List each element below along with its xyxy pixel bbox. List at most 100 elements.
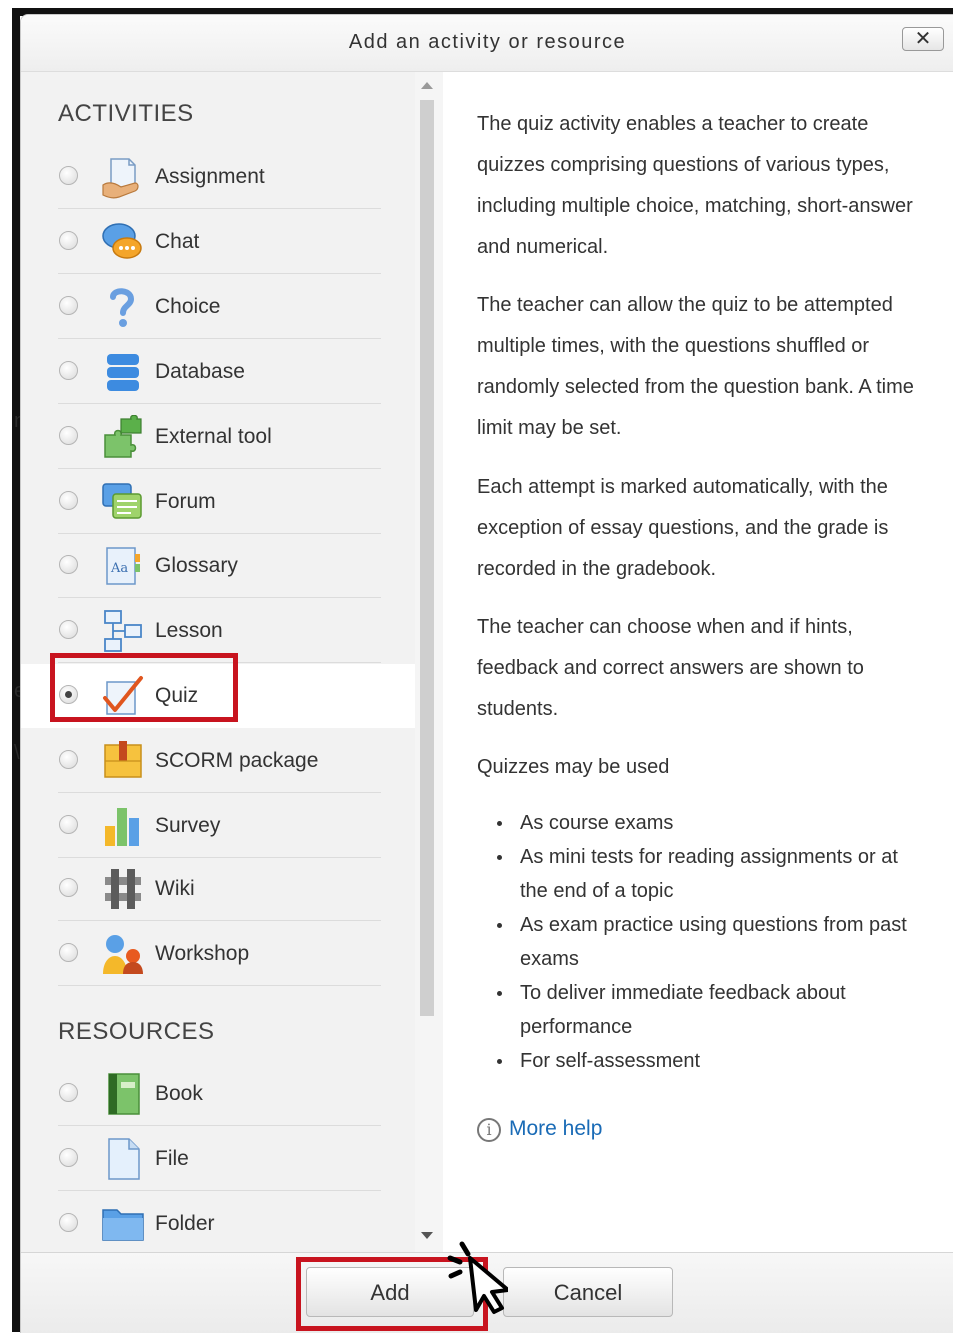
list-item: As course exams [477,806,927,840]
radio-button[interactable] [59,166,78,185]
radio-button[interactable] [59,296,78,315]
activity-chooser-dialog: Add an activity or resource ✕ ACTIVITIES… [20,14,953,1333]
activities-heading: ACTIVITIES [58,100,194,127]
option-choice[interactable]: Choice [21,275,415,339]
lesson-icon [104,610,142,652]
option-label: Choice [155,295,221,318]
module-description: The quiz activity enables a teacher to c… [443,72,953,1252]
option-glossary[interactable]: Aa Glossary [21,534,415,598]
survey-icon [105,808,139,846]
list-item: To deliver immediate feedback about perf… [477,976,927,1044]
divider [58,1125,381,1126]
module-list-scrollbar[interactable] [415,72,443,1252]
usage-list: As course exams As mini tests for readin… [477,806,927,1078]
option-chat[interactable]: Chat [21,210,415,274]
radio-button[interactable] [59,555,78,574]
option-label: Lesson [155,619,223,642]
radio-button[interactable] [59,620,78,639]
option-label: Folder [155,1212,215,1235]
divider [58,985,381,986]
info-icon: i [477,1118,501,1142]
divider [58,1190,381,1191]
divider [58,338,381,339]
option-label: Book [155,1082,203,1105]
scroll-up-arrow-icon[interactable] [421,82,433,89]
divider [58,208,381,209]
svg-text:Aa: Aa [110,561,128,576]
radio-button[interactable] [59,750,78,769]
file-icon [108,1138,140,1180]
option-label: Chat [155,230,200,253]
divider [58,403,381,404]
database-icon [107,354,139,391]
description-paragraph: The quiz activity enables a teacher to c… [477,113,913,258]
radio-button[interactable] [59,1213,78,1232]
radio-button[interactable] [59,231,78,250]
divider [58,468,381,469]
option-survey[interactable]: Survey [21,794,415,858]
book-icon [108,1073,140,1115]
assignment-icon [102,158,139,199]
description-paragraph: The teacher can choose when and if hints… [477,616,864,720]
option-database[interactable]: Database [21,340,415,404]
radio-button[interactable] [59,1148,78,1167]
option-wiki[interactable]: Wiki [21,857,415,921]
description-paragraph: Quizzes may be used [477,756,670,778]
option-assignment[interactable]: Assignment [21,145,415,209]
folder-icon [102,1209,144,1241]
description-paragraph: The teacher can allow the quiz to be att… [477,294,914,439]
radio-button[interactable] [59,815,78,834]
option-forum[interactable]: Forum [21,470,415,534]
option-external-tool[interactable]: External tool [21,405,415,469]
option-file[interactable]: File [21,1127,415,1191]
workshop-icon [103,935,143,974]
option-label: Survey [155,814,221,837]
description-paragraph: Each attempt is marked automatically, wi… [477,476,889,580]
mouse-pointer-click-icon [447,1241,508,1314]
radio-button[interactable] [59,361,78,380]
forum-icon [102,483,142,519]
divider [58,597,381,598]
list-item: For self-assessment [477,1044,927,1078]
scroll-down-arrow-icon[interactable] [421,1232,433,1239]
radio-button[interactable] [59,426,78,445]
background-text-fragment: \ [14,742,20,764]
quiz-highlight-annotation [50,653,238,722]
divider [58,792,381,793]
radio-button[interactable] [59,878,78,897]
option-label: Glossary [155,554,238,577]
radio-button[interactable] [59,943,78,962]
cancel-button[interactable]: Cancel [503,1267,673,1317]
list-item: As exam practice using questions from pa… [477,908,927,976]
divider [58,273,381,274]
radio-button[interactable] [59,491,78,510]
chat-icon [102,223,142,259]
wiki-icon [105,869,141,909]
option-folder[interactable]: Folder [21,1192,415,1252]
option-workshop[interactable]: Workshop [21,922,415,986]
option-label: Assignment [155,165,265,188]
scorm-package-icon [104,741,142,778]
choice-icon [110,288,135,327]
option-book[interactable]: Book [21,1062,415,1126]
external-tool-icon [104,415,142,458]
dialog-header: Add an activity or resource ✕ [21,15,953,72]
list-item: As mini tests for reading assignments or… [477,840,927,908]
dialog-title: Add an activity or resource [348,31,627,53]
option-label: External tool [155,425,272,448]
scroll-thumb[interactable] [420,100,434,1016]
radio-button[interactable] [59,1083,78,1102]
option-label: Workshop [155,942,250,965]
option-label: File [155,1147,189,1170]
close-button[interactable]: ✕ [902,27,944,51]
divider [58,920,381,921]
option-label: SCORM package [155,749,319,772]
resources-heading: RESOURCES [58,1018,215,1045]
glossary-icon: Aa [106,547,140,585]
option-label: Forum [155,490,216,513]
module-list: ACTIVITIES Assignment Chat Choice Databa… [21,72,415,1252]
option-label: Database [155,360,245,383]
more-help-link[interactable]: More help [509,1117,602,1141]
window-frame-left [12,8,20,1332]
option-scorm-package[interactable]: SCORM package [21,729,415,793]
